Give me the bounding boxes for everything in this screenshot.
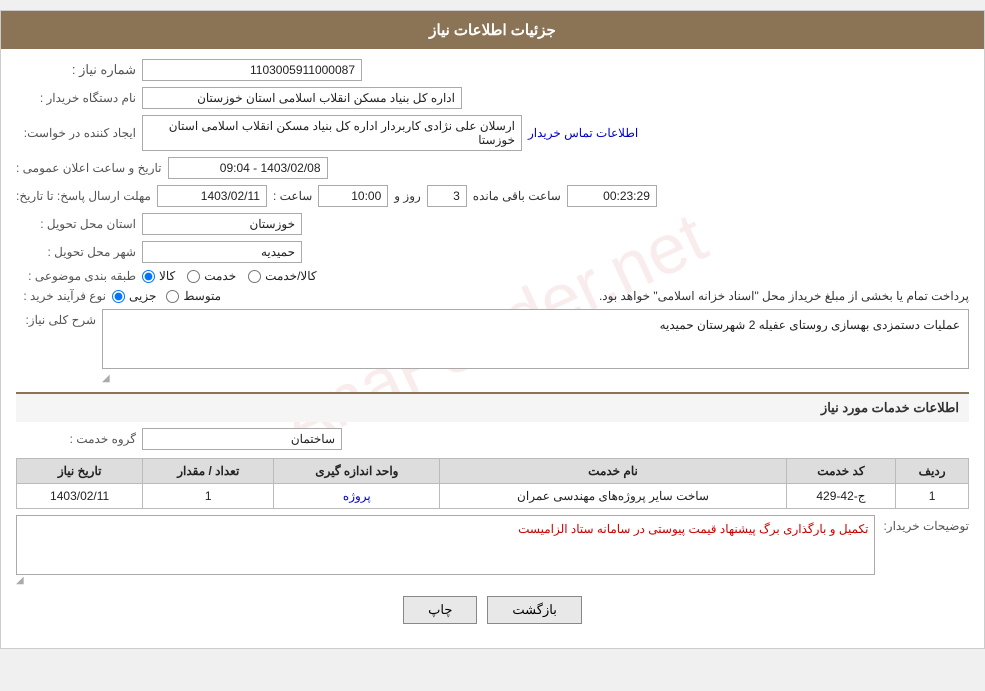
service-info-title: اطلاعات خدمات مورد نیاز: [16, 392, 969, 422]
buyer-org-label: نام دستگاه خریدار :: [16, 91, 136, 105]
cell-code: ج-42-429: [786, 484, 896, 509]
buyer-notes-label: توضیحات خریدار:: [883, 515, 969, 533]
action-buttons: بازگشت چاپ: [16, 596, 969, 624]
deadline-days-value: 3: [453, 189, 460, 203]
category-radio-kala[interactable]: [142, 270, 155, 283]
contact-link[interactable]: اطلاعات تماس خریدار: [528, 126, 638, 140]
category-khedmat-label: خدمت: [204, 269, 236, 283]
header-title-text: جزئیات اطلاعات نیاز: [429, 22, 556, 39]
cell-row: 1: [896, 484, 969, 509]
need-description-box: عملیات دستمزدی بهسازی روستای عفیله 2 شهر…: [102, 309, 969, 369]
announce-value: 1403/02/08 - 09:04: [220, 161, 321, 175]
process-motavasset[interactable]: متوسط: [166, 289, 221, 303]
process-label: نوع فرآیند خرید :: [16, 289, 106, 303]
category-khedmat[interactable]: خدمت: [187, 269, 236, 283]
buyer-notes-section: توضیحات خریدار: تکمیل و بارگذاری برگ پیش…: [16, 515, 969, 586]
cell-qty: 1: [143, 484, 274, 509]
deadline-time-value: 10:00: [351, 189, 381, 203]
col-name: نام خدمت: [440, 459, 786, 484]
city-value: حمیدیه: [261, 245, 295, 259]
remaining-label: ساعت باقی مانده: [473, 189, 561, 203]
category-radio-kala-khedmat[interactable]: [248, 270, 261, 283]
process-radio-motavasset[interactable]: [166, 290, 179, 303]
deadline-time-input: 10:00: [318, 185, 388, 207]
process-jozi-label: جزیی: [129, 289, 156, 303]
city-input: حمیدیه: [142, 241, 302, 263]
deadline-date-value: 1403/02/11: [201, 189, 260, 203]
category-radio-khedmat[interactable]: [187, 270, 200, 283]
need-number-label: شماره نیاز :: [16, 62, 136, 78]
deadline-label: مهلت ارسال پاسخ: تا تاریخ:: [16, 189, 151, 203]
buyer-org-input: اداره کل بنیاد مسکن انقلاب اسلامی استان …: [142, 87, 462, 109]
province-input: خوزستان: [142, 213, 302, 235]
cell-name: ساخت سایر پروژه‌های مهندسی عمران: [440, 484, 786, 509]
services-table: ردیف کد خدمت نام خدمت واحد اندازه گیری ت…: [16, 458, 969, 509]
category-kala-khedmat-label: کالا/خدمت: [265, 269, 316, 283]
announce-input: 1403/02/08 - 09:04: [168, 157, 328, 179]
deadline-days-label: روز و: [394, 189, 421, 203]
cell-date: 1403/02/11: [17, 484, 143, 509]
announce-label: تاریخ و ساعت اعلان عمومی :: [16, 161, 162, 175]
deadline-time-label: ساعت :: [273, 189, 312, 203]
remaining-time-input: 00:23:29: [567, 185, 657, 207]
creator-value: ارسلان علی نژادی کاربردار اداره کل بنیاد…: [169, 119, 515, 147]
process-radio-jozi[interactable]: [112, 290, 125, 303]
buyer-notes-box: تکمیل و بارگذاری برگ پیشنهاد قیمت پیوستی…: [16, 515, 875, 575]
service-group-value: ساختمان: [291, 432, 335, 446]
col-date: تاریخ نیاز: [17, 459, 143, 484]
creator-input: ارسلان علی نژادی کاربردار اداره کل بنیاد…: [142, 115, 522, 151]
need-number-input: 1103005911000087: [142, 59, 362, 81]
cell-unit: پروژه: [274, 484, 440, 509]
process-motavasset-label: متوسط: [183, 289, 221, 303]
remaining-time-value: 00:23:29: [603, 189, 650, 203]
notes-resize-handle: ◢: [16, 575, 875, 586]
category-kala-label: کالا: [159, 269, 175, 283]
service-group-input: ساختمان: [142, 428, 342, 450]
need-description-label: شرح کلی نیاز:: [16, 309, 96, 327]
process-jozi[interactable]: جزیی: [112, 289, 156, 303]
category-kala-khedmat[interactable]: کالا/خدمت: [248, 269, 316, 283]
need-number-value: 1103005911000087: [250, 63, 355, 77]
resize-handle: ◢: [102, 373, 969, 384]
col-qty: تعداد / مقدار: [143, 459, 274, 484]
province-label: استان محل تحویل :: [16, 217, 136, 231]
col-row: ردیف: [896, 459, 969, 484]
need-description-text: عملیات دستمزدی بهسازی روستای عفیله 2 شهر…: [660, 318, 960, 332]
city-label: شهر محل تحویل :: [16, 245, 136, 259]
buyer-org-value: اداره کل بنیاد مسکن انقلاب اسلامی استان …: [197, 91, 455, 105]
province-value: خوزستان: [249, 217, 295, 231]
category-kala[interactable]: کالا: [142, 269, 175, 283]
deadline-date-input: 1403/02/11: [157, 185, 267, 207]
back-button[interactable]: بازگشت: [487, 596, 581, 624]
buyer-notes-text: تکمیل و بارگذاری برگ پیشنهاد قیمت پیوستی…: [518, 522, 868, 536]
creator-label: ایجاد کننده در خواست:: [16, 126, 136, 140]
deadline-days-input: 3: [427, 185, 467, 207]
process-description: پرداخت تمام یا بخشی از مبلغ خریداز محل "…: [227, 289, 969, 303]
table-row: 1 ج-42-429 ساخت سایر پروژه‌های مهندسی عم…: [17, 484, 969, 509]
category-label: طبقه بندی موضوعی :: [16, 269, 136, 283]
print-button[interactable]: چاپ: [403, 596, 477, 624]
page-title: جزئیات اطلاعات نیاز: [1, 11, 984, 49]
service-group-label: گروه خدمت :: [16, 432, 136, 446]
col-code: کد خدمت: [786, 459, 896, 484]
col-unit: واحد اندازه گیری: [274, 459, 440, 484]
